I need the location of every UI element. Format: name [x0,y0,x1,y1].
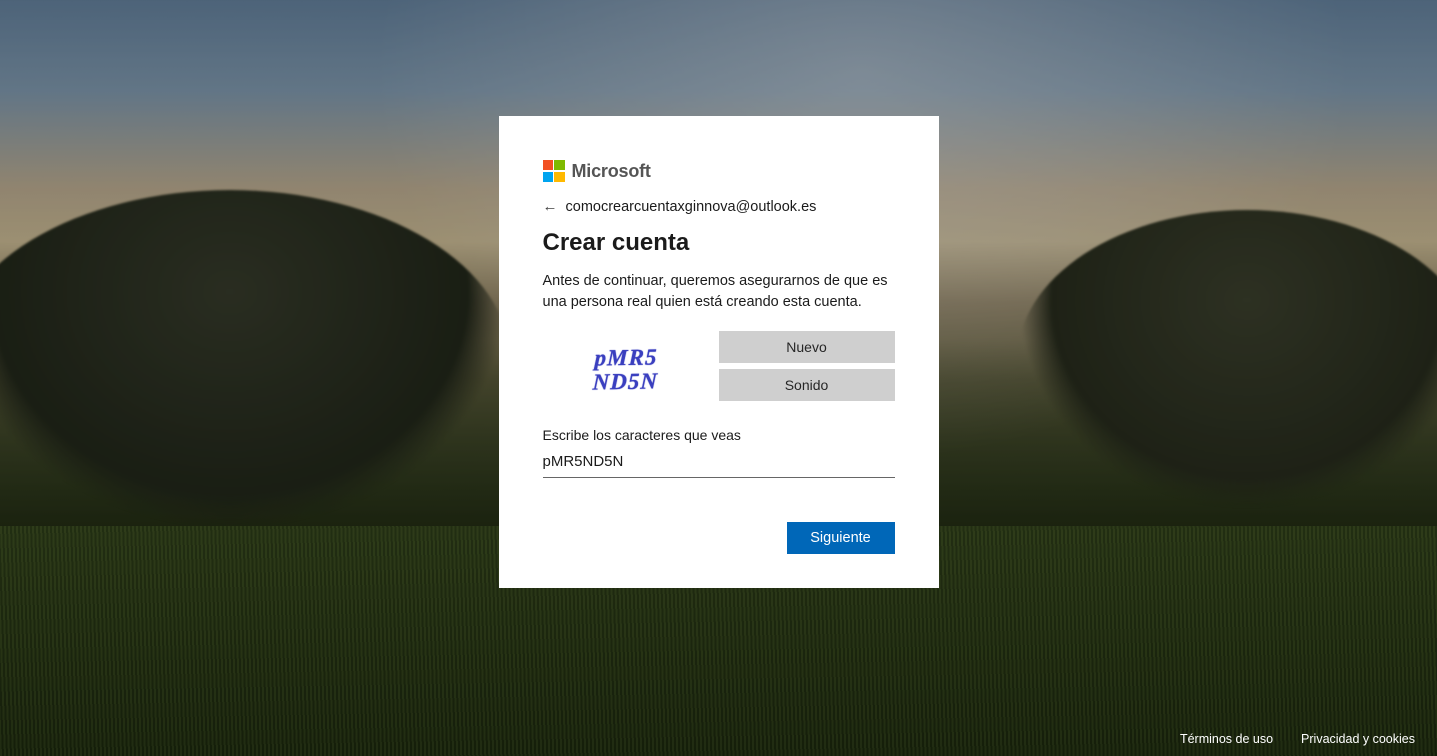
brand-name: Microsoft [572,161,651,182]
captcha-input[interactable] [543,449,895,478]
terms-link[interactable]: Términos de uso [1180,732,1273,746]
page-subtitle: Antes de continuar, queremos asegurarnos… [543,271,895,313]
captcha-audio-button[interactable]: Sonido [719,369,895,401]
next-button[interactable]: Siguiente [787,522,895,554]
signup-card: Microsoft ← comocrearcuentaxginnova@outl… [499,116,939,588]
arrow-left-icon: ← [543,198,558,215]
brand-row: Microsoft [543,160,895,182]
microsoft-logo-icon [543,160,565,182]
privacy-link[interactable]: Privacidad y cookies [1301,732,1415,746]
captcha-image: pMR5 ND5N [543,331,709,409]
captcha-row: pMR5 ND5N Nuevo Sonido [543,331,895,409]
captcha-image-text: pMR5 ND5N [592,345,659,394]
footer-links: Términos de uso Privacidad y cookies [1180,732,1415,746]
captcha-new-button[interactable]: Nuevo [719,331,895,363]
account-email: comocrearcuentaxginnova@outlook.es [566,199,817,215]
page-title: Crear cuenta [543,229,895,257]
back-button[interactable]: ← comocrearcuentaxginnova@outlook.es [543,198,895,215]
captcha-input-label: Escribe los caracteres que veas [543,427,895,443]
